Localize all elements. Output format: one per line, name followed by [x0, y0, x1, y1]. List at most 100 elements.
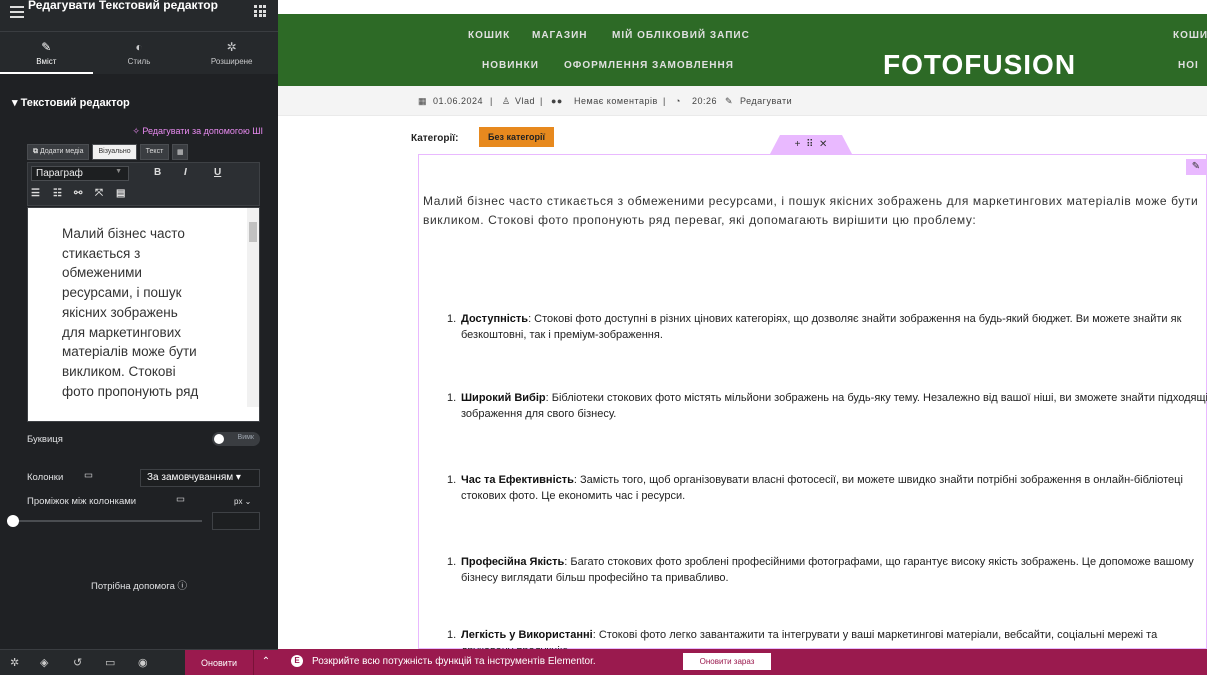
- bold-button[interactable]: B: [154, 167, 161, 178]
- tab-style-label: Стиль: [127, 57, 151, 66]
- visual-tab[interactable]: Візуально: [92, 144, 137, 160]
- link-icon[interactable]: ⚯: [74, 188, 82, 199]
- page-preview: КОШИК МАГАЗИН МІЙ ОБЛІКОВИЙ ЗАПИС НОВИНК…: [278, 0, 1207, 649]
- editor-content: Малий бізнес часто стикається з обмежени…: [62, 226, 199, 399]
- numbered-list-icon[interactable]: ☷: [53, 188, 62, 199]
- help-label: Потрібна допомога: [90, 581, 175, 592]
- text-tab[interactable]: Текст: [139, 144, 170, 160]
- keyboard-icon[interactable]: ▤: [116, 188, 125, 199]
- calendar-icon: ▦: [418, 96, 428, 106]
- user-icon: ♙: [502, 96, 511, 106]
- tab-style[interactable]: ◐ Стиль: [93, 32, 186, 74]
- promo-text: Розкрийте всю потужність функцій та інст…: [312, 656, 596, 667]
- section-toggle-text-editor[interactable]: ▾ Текстовий редактор: [12, 96, 130, 109]
- post-meta: ▦ 01.06.2024 | ♙ Vlad | ●● Немає комента…: [278, 86, 1207, 116]
- italic-button[interactable]: I: [184, 167, 187, 178]
- nav-account[interactable]: МІЙ ОБЛІКОВИЙ ЗАПИС: [612, 30, 750, 41]
- update-button[interactable]: Оновити: [185, 650, 253, 675]
- list-item: 1. Професійна Якість: Багато стокових фот…: [447, 554, 1207, 586]
- list-item-title: Час та Ефективність: [461, 474, 574, 486]
- columns-select[interactable]: За замовчуванням ▾: [140, 469, 260, 487]
- post-time: 20:26: [692, 96, 718, 106]
- settings-icon[interactable]: ✲: [10, 656, 19, 669]
- controls-panel: ▾ Текстовий редактор ✧ Редагувати за доп…: [0, 74, 278, 649]
- history-icon[interactable]: ↺: [73, 656, 82, 669]
- tab-advanced[interactable]: ✲ Розширене: [185, 32, 278, 74]
- editor-sidebar: Редагувати Текстовий редактор ✎ Вміст ◐ Ст…: [0, 0, 278, 675]
- format-select-value: Параграф: [36, 168, 83, 179]
- fullscreen-icon[interactable]: ⤧: [95, 188, 103, 199]
- help-link[interactable]: Потрібна допомога ⓘ: [0, 578, 278, 592]
- columns-label: Колонки: [27, 472, 64, 483]
- columns-select-value: За замовчуванням: [147, 472, 234, 483]
- sidebar-footer: ✲ ◈ ↺ ▭ ◉ Оновити ⌃: [0, 649, 278, 675]
- edit-with-ai-link[interactable]: ✧ Редагувати за допомогою ШІ: [132, 126, 263, 137]
- list-item: 1. Доступність: Стокові фото доступні в р…: [447, 311, 1207, 343]
- paragraph-format-select[interactable]: Параграф ▼: [31, 166, 129, 181]
- panel-tabs: ✎ Вміст ◐ Стиль ✲ Розширене: [0, 32, 278, 74]
- column-gap-slider[interactable]: [12, 520, 202, 522]
- list-item-number: 1.: [447, 629, 457, 641]
- dropcap-toggle[interactable]: Вимк: [212, 432, 260, 446]
- slider-handle[interactable]: [7, 515, 19, 527]
- nav-checkout[interactable]: ОФОРМЛЕННЯ ЗАМОВЛЕННЯ: [564, 60, 734, 71]
- nav-new-right[interactable]: НОІ: [1178, 60, 1199, 71]
- column-gap-label: Проміжок між колонками: [27, 496, 137, 507]
- post-date: 01.06.2024: [433, 96, 484, 106]
- layers-icon[interactable]: ◈: [40, 656, 48, 669]
- nav-cart[interactable]: КОШИК: [468, 30, 510, 41]
- chevron-down-icon: ▼: [115, 168, 122, 175]
- app-root: Редагувати Текстовий редактор ✎ Вміст ◐ Ст…: [0, 0, 1207, 675]
- promo-bar: E Розкрийте всю потужність функцій та ін…: [278, 649, 1207, 675]
- editor-toolbar: Параграф ▼ B I U ☰ ☷ ⚯ ⤧ ▤: [27, 162, 260, 206]
- responsive-icon[interactable]: ▭: [105, 656, 115, 669]
- desktop-icon[interactable]: ▭: [176, 494, 185, 505]
- section-handle[interactable]: + ⠿ ✕: [770, 135, 852, 154]
- add-media-label: Додати медіа: [39, 148, 84, 155]
- text-editor-widget[interactable]: ✎ Малий бізнес часто стикається з обмеже…: [418, 154, 1207, 649]
- widgets-grid-icon[interactable]: [254, 5, 266, 17]
- textarea-scrollbar[interactable]: [247, 208, 259, 407]
- list-item-number: 1.: [447, 313, 457, 325]
- sidebar-title: Редагувати Текстовий редактор: [28, 0, 218, 12]
- category-badge[interactable]: Без категорії: [479, 127, 555, 147]
- column-gap-input[interactable]: [212, 512, 260, 530]
- nav-shop[interactable]: МАГАЗИН: [532, 30, 588, 41]
- editor-textarea[interactable]: Малий бізнес часто стикається з обмежени…: [27, 207, 260, 422]
- gear-icon: ✲: [226, 40, 237, 54]
- list-item-title: Доступність: [461, 313, 529, 325]
- pencil-icon: ✎: [41, 40, 52, 54]
- desktop-icon[interactable]: ▭: [84, 470, 93, 481]
- add-media-button[interactable]: ⧉ Додати медіа: [27, 144, 90, 160]
- contrast-icon: ◐: [135, 40, 143, 54]
- clock-icon: ◔: [675, 96, 681, 106]
- comments-icon: ●●: [551, 96, 563, 106]
- chevron-up-icon[interactable]: ⌃: [253, 650, 278, 675]
- question-icon: ⓘ: [177, 581, 188, 592]
- upgrade-now-button[interactable]: Оновити зараз: [683, 653, 771, 670]
- sidebar-header: Редагувати Текстовий редактор: [0, 0, 278, 32]
- pencil-icon[interactable]: ✎: [1186, 159, 1206, 175]
- hamburger-menu-icon[interactable]: [10, 6, 24, 18]
- list-item: 1. Час та Ефективність: Замість того, щоб…: [447, 472, 1207, 504]
- unit-select[interactable]: px ⌄: [234, 497, 251, 506]
- site-header: КОШИК МАГАЗИН МІЙ ОБЛІКОВИЙ ЗАПИС НОВИНК…: [278, 14, 1207, 86]
- dropcap-label: Буквиця: [27, 434, 63, 445]
- tab-content[interactable]: ✎ Вміст: [0, 32, 93, 74]
- list-item: 1. Широкий Вибір: Бібліотеки стокових фот…: [447, 390, 1207, 422]
- toolbar-toggle-icon[interactable]: ▦: [172, 144, 189, 160]
- list-item-title: Професійна Якість: [461, 556, 565, 568]
- nav-new[interactable]: НОВИНКИ: [482, 60, 539, 71]
- list-item-text: : Бібліотеки стокових фото містять мільй…: [461, 392, 1207, 420]
- site-logo[interactable]: FOTOFUSION: [883, 49, 1076, 81]
- preview-eye-icon[interactable]: ◉: [138, 656, 148, 669]
- list-item-number: 1.: [447, 474, 457, 486]
- post-comments[interactable]: Немає коментарів: [574, 96, 658, 106]
- list-item-text: : Багато стокових фото зроблені професій…: [461, 556, 1194, 584]
- post-author[interactable]: Vlad: [515, 96, 535, 106]
- underline-button[interactable]: U: [214, 167, 221, 178]
- tab-content-label: Вміст: [36, 57, 57, 66]
- edit-link[interactable]: Редагувати: [740, 96, 792, 106]
- bulleted-list-icon[interactable]: ☰: [31, 188, 40, 199]
- nav-cart-right[interactable]: КОШИ: [1173, 30, 1207, 41]
